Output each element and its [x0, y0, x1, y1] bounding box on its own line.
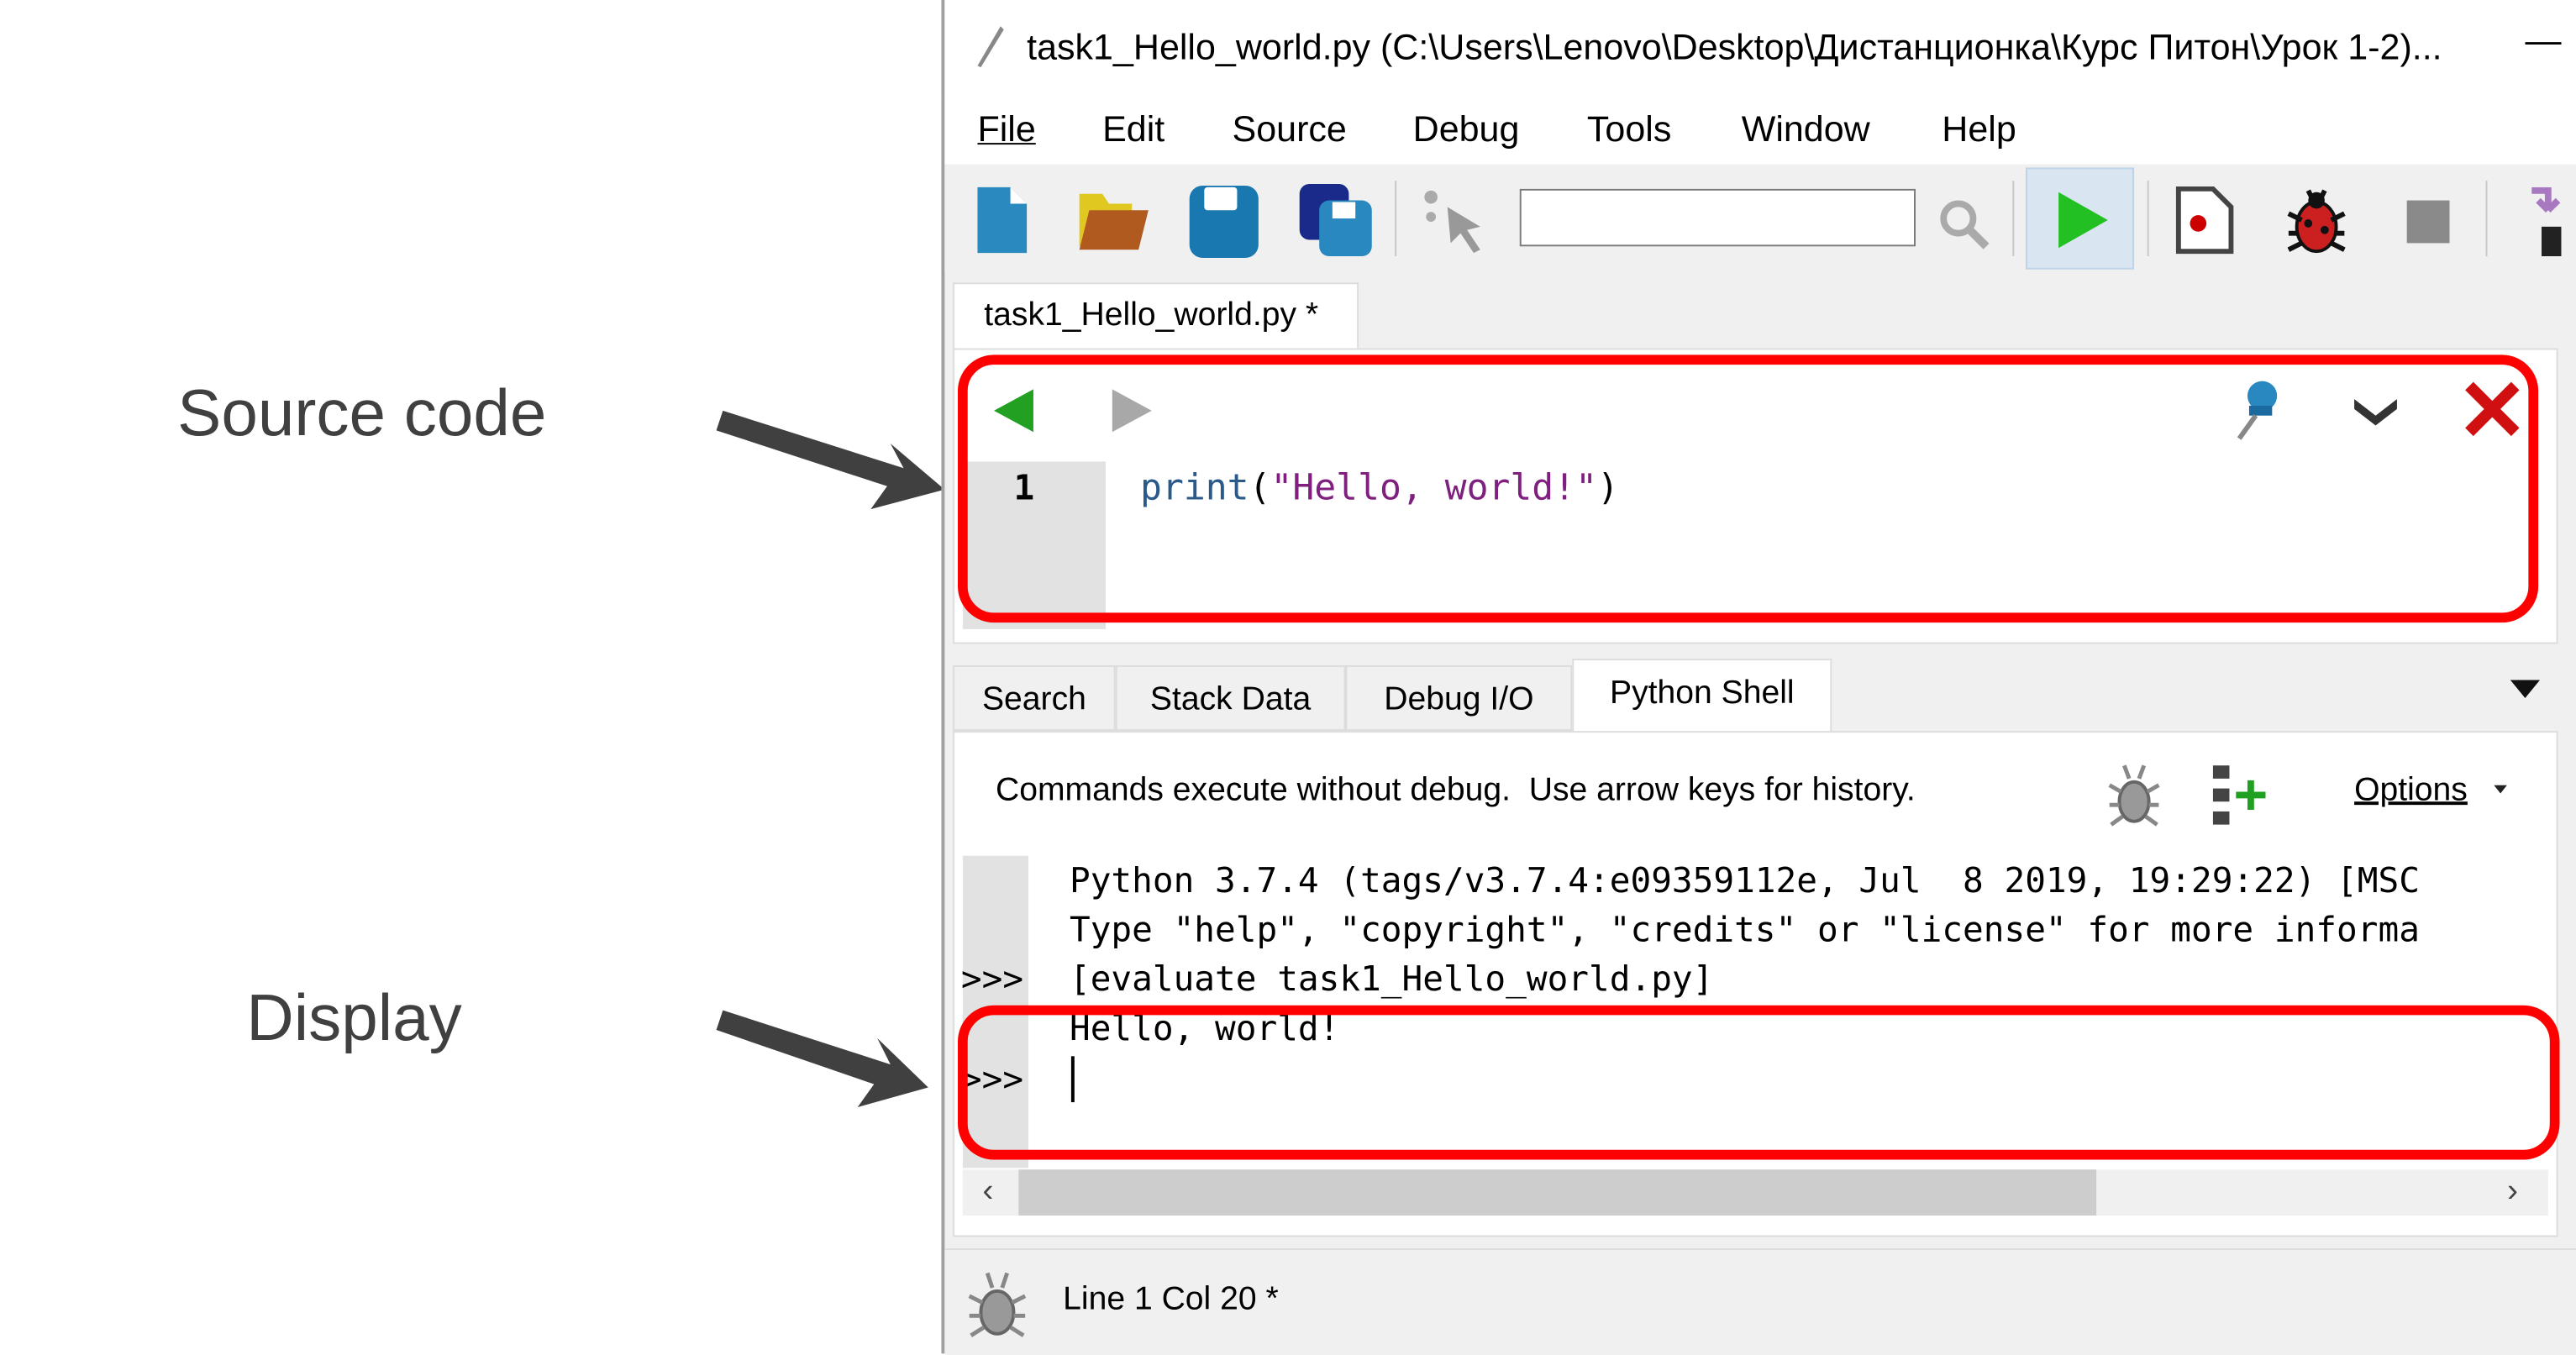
annotation-source-code: Source code: [177, 377, 547, 450]
options-button[interactable]: Options: [2354, 772, 2468, 810]
window-title: task1_Hello_world.py (C:\Users\Lenovo\De…: [1027, 26, 2442, 68]
shell-panel: Commands execute without debug. Use arro…: [953, 731, 2558, 1237]
debug-bug-icon[interactable]: [2282, 184, 2351, 256]
tab-search[interactable]: Search: [953, 664, 1116, 732]
list-add-icon[interactable]: [2210, 762, 2275, 827]
toolbar: [944, 164, 2576, 273]
menu-debug[interactable]: Debug: [1413, 108, 1520, 151]
toolbar-search-input[interactable]: [1519, 188, 1916, 247]
shell-line: Python 3.7.4 (tags/v3.7.4:e09359112e, Ju…: [1069, 860, 2420, 901]
editor-tab[interactable]: task1_Hello_world.py *: [953, 282, 1359, 350]
new-breakpoint-icon[interactable]: [2174, 184, 2236, 256]
open-folder-icon[interactable]: [1076, 187, 1152, 253]
search-icon[interactable]: [1937, 197, 1992, 253]
menu-bar: File Edit Source Debug Tools Window Help: [944, 95, 2576, 165]
minimize-button[interactable]: —: [2525, 19, 2561, 62]
scroll-left-icon[interactable]: ‹: [982, 1173, 993, 1211]
status-bar: Line 1 Col 20 *: [944, 1248, 2576, 1355]
bug-icon[interactable]: [2105, 762, 2163, 827]
menu-edit[interactable]: Edit: [1102, 108, 1164, 151]
shell-line: [evaluate task1_Hello_world.py]: [1069, 958, 1714, 999]
source-code-highlight: [957, 355, 2539, 623]
new-file-icon[interactable]: [975, 184, 1030, 256]
menu-tools[interactable]: Tools: [1587, 108, 1671, 151]
arrow-icon: [716, 410, 945, 510]
tab-debug-io[interactable]: Debug I/O: [1345, 664, 1573, 732]
tab-stack-data[interactable]: Stack Data: [1115, 664, 1346, 732]
tab-python-shell[interactable]: Python Shell: [1572, 659, 1832, 733]
status-text: Line 1 Col 20 *: [1063, 1281, 1279, 1318]
shell-info-text: Commands execute without debug. Use arro…: [995, 772, 1916, 809]
shell-line: Type "help", "copyright", "credits" or "…: [1069, 910, 2420, 950]
save-all-icon[interactable]: [1296, 181, 1375, 260]
stop-icon[interactable]: [2406, 200, 2450, 244]
options-dropdown-icon[interactable]: [2494, 785, 2507, 796]
feather-icon: [977, 26, 1004, 68]
annotation-display: Display: [246, 982, 462, 1055]
horizontal-scrollbar[interactable]: ‹ ›: [962, 1169, 2548, 1216]
status-bug-icon: [968, 1272, 1027, 1337]
display-highlight: [957, 1005, 2560, 1160]
shell-prompt: >>>: [960, 958, 1024, 999]
panel-menu-dropdown-icon[interactable]: [2510, 680, 2541, 700]
menu-source[interactable]: Source: [1233, 108, 1347, 151]
menu-help[interactable]: Help: [1942, 108, 2016, 151]
scrollbar-thumb[interactable]: [1018, 1169, 2097, 1216]
scroll-right-icon[interactable]: ›: [2507, 1173, 2518, 1211]
menu-window[interactable]: Window: [1742, 108, 1870, 151]
arrow-icon: [716, 1010, 928, 1107]
step-into-icon[interactable]: [2528, 186, 2564, 257]
run-button[interactable]: [2026, 167, 2135, 270]
run-icon: [2058, 192, 2108, 249]
pointer-icon[interactable]: [1421, 187, 1493, 254]
menu-file[interactable]: File: [977, 108, 1035, 151]
arrow-icons: [716, 410, 945, 1107]
save-icon[interactable]: [1188, 184, 1260, 260]
title-bar: task1_Hello_world.py (C:\Users\Lenovo\De…: [944, 0, 2576, 96]
